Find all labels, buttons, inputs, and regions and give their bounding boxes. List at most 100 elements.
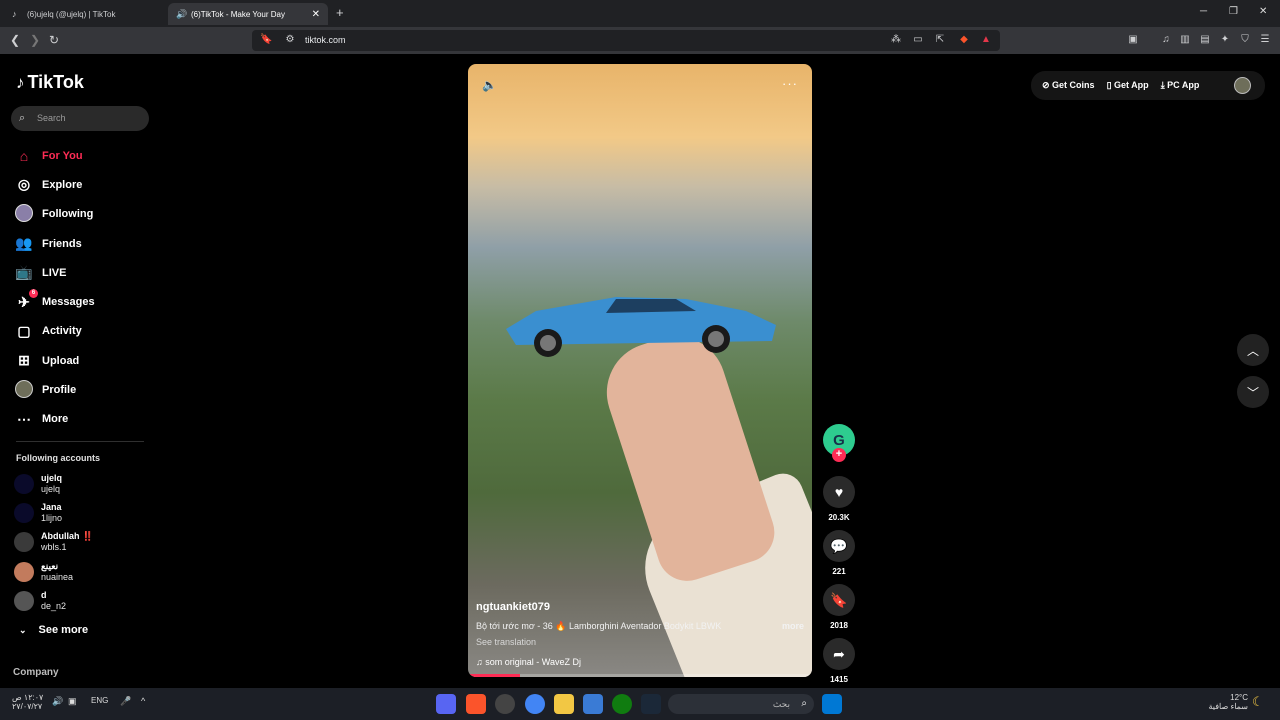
site-info-icon[interactable]: ⚙: [284, 34, 296, 46]
account-handle: ujelq: [41, 483, 61, 494]
music-icon[interactable]: ♫: [1160, 34, 1172, 46]
taskbar: ١٢:٠٧ ص ٢٧/٠٧/٢٧ 🔊 ▣ ENG 🎤 ^ بحث ⌕ 12°C …: [0, 688, 1280, 720]
messages-icon: ✈ 6: [14, 288, 38, 311]
wallet-icon[interactable]: ▤: [1199, 34, 1211, 46]
get-app-button[interactable]: ▯ Get App: [1107, 80, 1149, 91]
caption-more-button[interactable]: more: [782, 621, 804, 632]
nav-more[interactable]: ⋯ More: [14, 405, 95, 434]
tab-search-icon[interactable]: ▣: [1127, 34, 1139, 46]
minimize-icon[interactable]: ─: [1200, 6, 1207, 17]
user-avatar[interactable]: [1234, 77, 1251, 94]
nav-activity[interactable]: ▢ Activity: [14, 317, 95, 346]
video-caption: Bộ tới ước mơ - 36 🔥 Lamborghini Aventad…: [476, 621, 806, 632]
following-account[interactable]: d de_n2: [14, 586, 93, 615]
clock[interactable]: ١٢:٠٧ ص ٢٧/٠٧/٢٧: [12, 693, 43, 711]
new-tab-icon[interactable]: +: [336, 5, 344, 20]
rewards-icon[interactable]: ▲: [980, 34, 992, 46]
weather-desc: سماء صافية: [1208, 702, 1248, 711]
store-icon[interactable]: [583, 694, 603, 714]
nav-friends[interactable]: 👥 Friends: [14, 229, 95, 258]
nav-messages[interactable]: ✈ 6 Messages: [14, 287, 95, 316]
reload-icon[interactable]: ↻: [49, 33, 59, 47]
compass-icon: ◎: [17, 176, 31, 193]
translate-icon[interactable]: ⁂: [890, 34, 902, 46]
share-button[interactable]: ➦: [823, 638, 855, 670]
close-tab-icon[interactable]: ✕: [312, 9, 320, 20]
browser-tab-active[interactable]: 🔊 (6)TikTok - Make Your Day ✕: [168, 3, 328, 25]
nav-label: LIVE: [42, 266, 67, 279]
forward-icon[interactable]: ❯: [30, 33, 40, 47]
vpn-icon[interactable]: ⛉: [1239, 34, 1251, 46]
pc-app-label: PC App: [1167, 80, 1200, 90]
more-options-icon[interactable]: ···: [782, 76, 798, 91]
search-input[interactable]: ⌕ Search: [11, 106, 149, 131]
discord-icon[interactable]: [436, 694, 456, 714]
network-icon[interactable]: ▣: [68, 696, 77, 707]
previous-video-button[interactable]: ︿: [1237, 334, 1269, 366]
tray-chevron-icon[interactable]: ^: [141, 696, 145, 706]
language-indicator[interactable]: ENG: [91, 696, 108, 705]
nav-label: Explore: [42, 178, 83, 191]
nav-explore[interactable]: ◎ Explore: [14, 170, 95, 199]
volume-icon[interactable]: 🔊: [52, 696, 63, 707]
pc-app-button[interactable]: ⤓ PC App: [1161, 80, 1200, 91]
like-button[interactable]: ♥: [823, 476, 855, 508]
nav-upload[interactable]: ⊞ Upload: [14, 346, 95, 375]
menu-icon[interactable]: ☰: [1259, 34, 1271, 46]
comment-button[interactable]: 💬: [823, 530, 855, 562]
nav-profile[interactable]: Profile: [14, 375, 95, 404]
video-author[interactable]: ngtuankiet079: [476, 601, 806, 613]
follow-plus-icon[interactable]: +: [832, 448, 846, 462]
chevron-down-icon: ⌄: [19, 624, 27, 635]
nav-following[interactable]: Following: [14, 200, 95, 229]
weather-widget[interactable]: 12°C سماء صافية: [1200, 693, 1248, 711]
volume-icon[interactable]: 🔈: [482, 78, 497, 92]
file-explorer-icon[interactable]: [554, 694, 574, 714]
share-icon[interactable]: ⇱: [934, 34, 946, 46]
logo-text: TikTok: [27, 72, 84, 92]
creator-avatar[interactable]: G +: [823, 424, 855, 462]
following-account[interactable]: ujelq ujelq: [14, 469, 93, 498]
next-video-button[interactable]: ﹀: [1237, 376, 1269, 408]
brave-shield-icon[interactable]: ◆: [958, 34, 970, 46]
nav-label: For You: [42, 149, 83, 162]
following-account[interactable]: Jana 1lijno: [14, 498, 93, 527]
tab-title: (6)ujelq (@ujelq) | TikTok: [27, 9, 116, 19]
following-account[interactable]: نعينع nuainea: [14, 557, 93, 586]
music-info[interactable]: ♫ som original - WaveZ Dj: [476, 657, 806, 667]
xbox-icon[interactable]: [612, 694, 632, 714]
close-window-icon[interactable]: ✕: [1259, 6, 1267, 17]
see-more-button[interactable]: ⌄ See more: [19, 624, 88, 636]
following-account[interactable]: Abdullah ‼️ wbls.1: [14, 528, 93, 557]
tiktok-logo[interactable]: ♪ TikTok: [16, 72, 84, 93]
steam-like-icon[interactable]: [495, 694, 515, 714]
account-name: Jana: [41, 501, 62, 512]
save-button[interactable]: 🔖: [823, 584, 855, 616]
video-progress-bar[interactable]: [468, 674, 812, 677]
video-player[interactable]: 🔈 ··· ngtuankiet079 Bộ tới ước mơ - 36 🔥…: [468, 64, 812, 677]
sidebar-icon[interactable]: ▥: [1179, 34, 1191, 46]
brave-icon[interactable]: [466, 694, 486, 714]
account-handle: 1lijno: [41, 512, 63, 523]
leo-ai-icon[interactable]: ✦: [1219, 34, 1231, 46]
top-right-actions: ⊘ Get Coins ▯ Get App ⤓ PC App: [1031, 71, 1265, 100]
back-icon[interactable]: ❮: [10, 33, 20, 47]
maximize-icon[interactable]: ❐: [1229, 6, 1238, 17]
get-coins-button[interactable]: ⊘ Get Coins: [1042, 80, 1095, 91]
bookmark-icon[interactable]: 🔖: [260, 34, 272, 46]
cast-icon[interactable]: ▭: [912, 34, 924, 46]
see-translation-button[interactable]: See translation: [476, 637, 806, 647]
microphone-icon[interactable]: 🎤: [120, 696, 131, 707]
activity-icon: ▢: [17, 322, 31, 339]
windows-start-icon[interactable]: [822, 694, 842, 714]
steam-icon[interactable]: [641, 694, 661, 714]
chrome-icon[interactable]: [525, 694, 545, 714]
url-field[interactable]: 🔖 ⚙ tiktok.com ⁂ ▭ ⇱ ◆ ▲: [252, 30, 1000, 51]
nav-for-you[interactable]: ⌂ For You: [14, 141, 95, 170]
taskbar-search[interactable]: بحث ⌕: [668, 694, 814, 714]
following-accounts-list: ujelq ujelq Jana 1lijno Abdullah ‼️ wbls.1 …: [14, 469, 93, 615]
search-icon: ⌕: [801, 698, 807, 709]
browser-tab[interactable]: ♪ (6)ujelq (@ujelq) | TikTok: [4, 3, 164, 25]
nav-live[interactable]: 📺 LIVE: [14, 258, 95, 287]
account-name: ujelq: [41, 472, 63, 483]
